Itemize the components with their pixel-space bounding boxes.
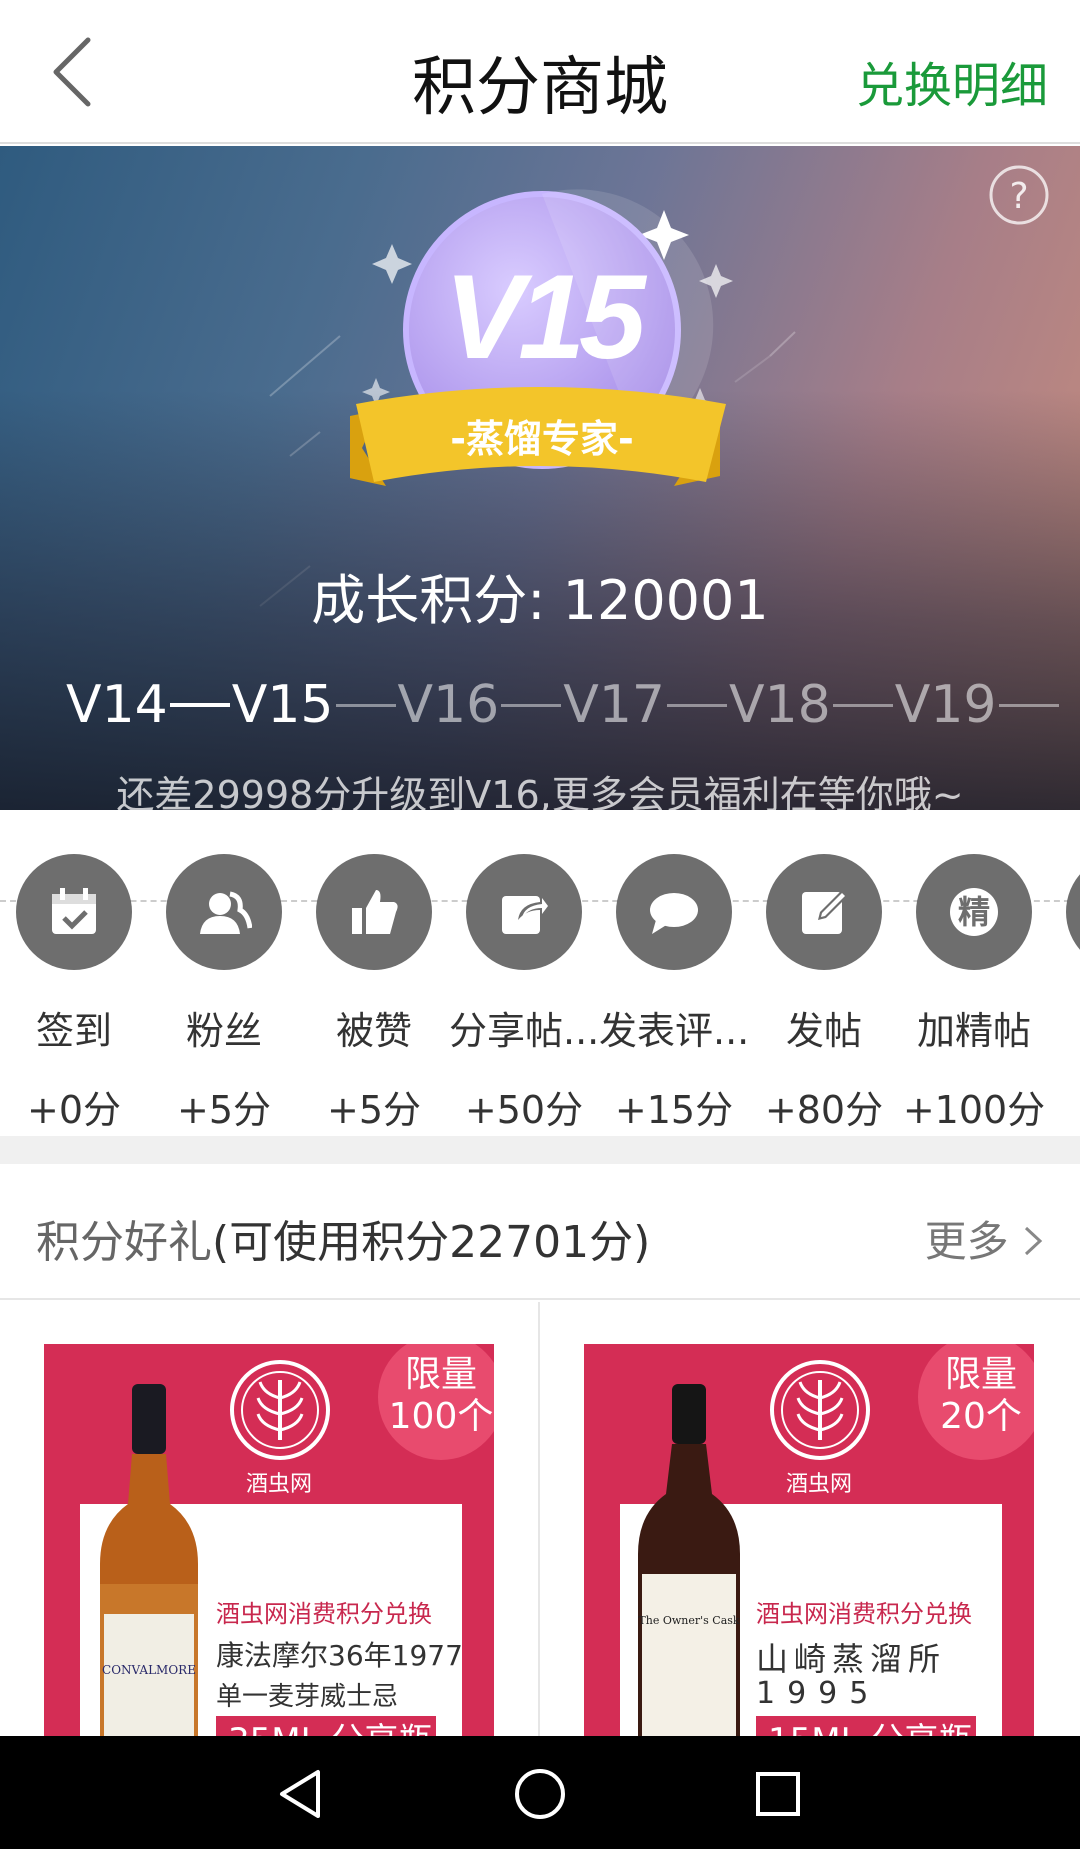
promo-text: 酒虫网消费积分兑换	[756, 1600, 972, 1628]
product-spec: 35ML 分享瓶	[216, 1716, 436, 1736]
exchange-details-link[interactable]: 兑换明细	[856, 46, 1048, 116]
fans-icon	[166, 854, 282, 970]
more-task-icon	[1066, 854, 1080, 970]
level-connector	[832, 703, 893, 707]
level-progress: V14 V15 V16 V17 V18 V19	[66, 670, 1061, 740]
task-points: +80分	[764, 1088, 884, 1132]
points-tasks-row: 签到 +0分 粉丝 +5分 被赞 +5分 分享帖... +50分 发表评... +15分 发帖 +80…	[0, 810, 1080, 1136]
brand-name: 酒虫网	[785, 1472, 852, 1497]
task-label: 绑	[1049, 1000, 1080, 1055]
bottle-label: The Owner's Cask	[638, 1614, 739, 1627]
chevron-right-icon	[1024, 1226, 1043, 1256]
limit-badge: 限量 100个	[378, 1344, 494, 1460]
level-badge: V15 -蒸馏专家-	[350, 186, 730, 586]
promo-text: 酒虫网消费积分兑换	[216, 1600, 432, 1628]
limit-label: 限量	[944, 1354, 1017, 1395]
brand-name: 酒虫网	[245, 1472, 312, 1497]
task-item[interactable]: 发帖 +80分	[749, 854, 899, 1134]
task-item[interactable]: 分享帖... +50分	[449, 854, 599, 1134]
points-gifts-title: 积分好礼(可使用积分22701分)	[36, 1206, 650, 1270]
product-card[interactable]: 酒虫网 限量 100个 CONVALMORE 酒虫网消费积分兑换 康法摩尔36年…	[44, 1344, 494, 1736]
level-v18: V18	[729, 675, 831, 735]
task-points: +100分	[902, 1088, 1046, 1132]
level-connector	[501, 703, 562, 707]
task-item[interactable]: 绑+	[1049, 854, 1080, 1123]
task-points: +15分	[614, 1088, 734, 1132]
task-points: +5分	[326, 1088, 422, 1132]
task-points: +50分	[464, 1088, 584, 1132]
level-v15: V15	[231, 675, 334, 735]
level-connector	[335, 703, 396, 707]
column-divider	[538, 1302, 540, 1736]
growth-points: 成长积分: 120001	[311, 569, 769, 632]
thumbs-up-icon	[316, 854, 432, 970]
task-item[interactable]: 粉丝 +5分	[149, 854, 299, 1134]
limit-badge: 限量 20个	[918, 1344, 1034, 1460]
level-connector	[998, 703, 1059, 707]
points-gifts-header: 积分好礼(可使用积分22701分) 更多	[0, 1164, 1080, 1300]
level-v17: V17	[563, 675, 665, 735]
system-nav-bar	[0, 1736, 1080, 1849]
task-item[interactable]: 精加精帖 +100分	[899, 854, 1049, 1134]
gifts-title-prefix: 积分好礼	[36, 1217, 212, 1268]
available-points: (可使用积分22701分)	[212, 1217, 651, 1268]
level-connector	[667, 703, 727, 707]
nav-recents-button[interactable]	[748, 1764, 808, 1824]
task-item[interactable]: 被赞 +5分	[299, 854, 449, 1134]
product-subname: 单一麦芽威士忌	[216, 1682, 399, 1712]
upgrade-tip: 还差29998分升级到V16,更多会员福利在等你哦~	[116, 773, 964, 810]
product-spec: 15ML 分享瓶	[756, 1716, 976, 1736]
task-label: 加精帖	[916, 1009, 1031, 1053]
wheat-logo-icon	[230, 1360, 330, 1460]
section-divider	[0, 1136, 1080, 1164]
task-label: 发表评...	[599, 1009, 749, 1053]
help-button[interactable]: ?	[988, 164, 1050, 226]
task-points: +5分	[176, 1088, 272, 1132]
badge-level-text: V15	[444, 250, 646, 384]
wheat-logo-icon	[770, 1360, 870, 1460]
task-label: 被赞	[335, 1009, 412, 1053]
level-v16: V16	[397, 675, 500, 735]
nav-back-button[interactable]	[272, 1764, 332, 1824]
app-header: 积分商城 兑换明细	[0, 0, 1080, 144]
share-icon	[466, 854, 582, 970]
level-v19: V19	[894, 675, 997, 735]
task-label: 签到	[35, 1009, 112, 1053]
product-name: 康法摩尔36年1977	[216, 1639, 463, 1672]
nav-home-button[interactable]	[510, 1764, 570, 1824]
edit-icon	[766, 854, 882, 970]
task-item[interactable]: 发表评... +15分	[599, 854, 749, 1134]
task-label: 分享帖...	[449, 1009, 599, 1053]
essence-glyph: 精	[950, 888, 998, 936]
more-label: 更多	[924, 1217, 1009, 1266]
member-level-banner: ? V15 -蒸馏专家- 成长积分: 120001 V14 V15 V16 V17 V1…	[0, 146, 1080, 810]
product-name: 山崎蒸溜所	[756, 1640, 947, 1678]
calendar-check-icon	[16, 854, 132, 970]
level-v14: V14	[66, 675, 168, 735]
whisky-bottle-image: The Owner's Cask	[638, 1384, 740, 1736]
svg-text:?: ?	[1009, 176, 1028, 217]
product-subname: 1995	[756, 1676, 881, 1711]
limit-count: 20个	[940, 1396, 1022, 1437]
question-circle-icon: ?	[989, 165, 1049, 225]
bottle-label: CONVALMORE	[102, 1663, 196, 1677]
task-points: +	[1049, 1079, 1080, 1123]
circle-home-icon	[515, 1769, 565, 1819]
limit-count: 100个	[388, 1396, 494, 1437]
level-connector	[169, 703, 230, 707]
task-label: 粉丝	[185, 1009, 262, 1053]
task-label: 发帖	[785, 1009, 862, 1053]
triangle-back-icon	[280, 1770, 320, 1818]
comment-icon	[616, 854, 732, 970]
more-gifts-link[interactable]: 更多	[925, 1208, 1044, 1269]
task-item[interactable]: 签到 +0分	[0, 854, 149, 1134]
task-points: +0分	[26, 1088, 122, 1132]
product-card[interactable]: 酒虫网 限量 20个 The Owner's Cask 酒虫网消费积分兑换 山崎…	[584, 1344, 1034, 1736]
square-recents-icon	[756, 1772, 800, 1816]
essence-icon: 精	[916, 854, 1032, 970]
product-grid: 酒虫网 限量 100个 CONVALMORE 酒虫网消费积分兑换 康法摩尔36年…	[0, 1302, 1080, 1736]
limit-label: 限量	[404, 1354, 477, 1395]
whisky-bottle-image: CONVALMORE	[100, 1384, 198, 1736]
badge-title: -蒸馏专家-	[450, 417, 634, 461]
